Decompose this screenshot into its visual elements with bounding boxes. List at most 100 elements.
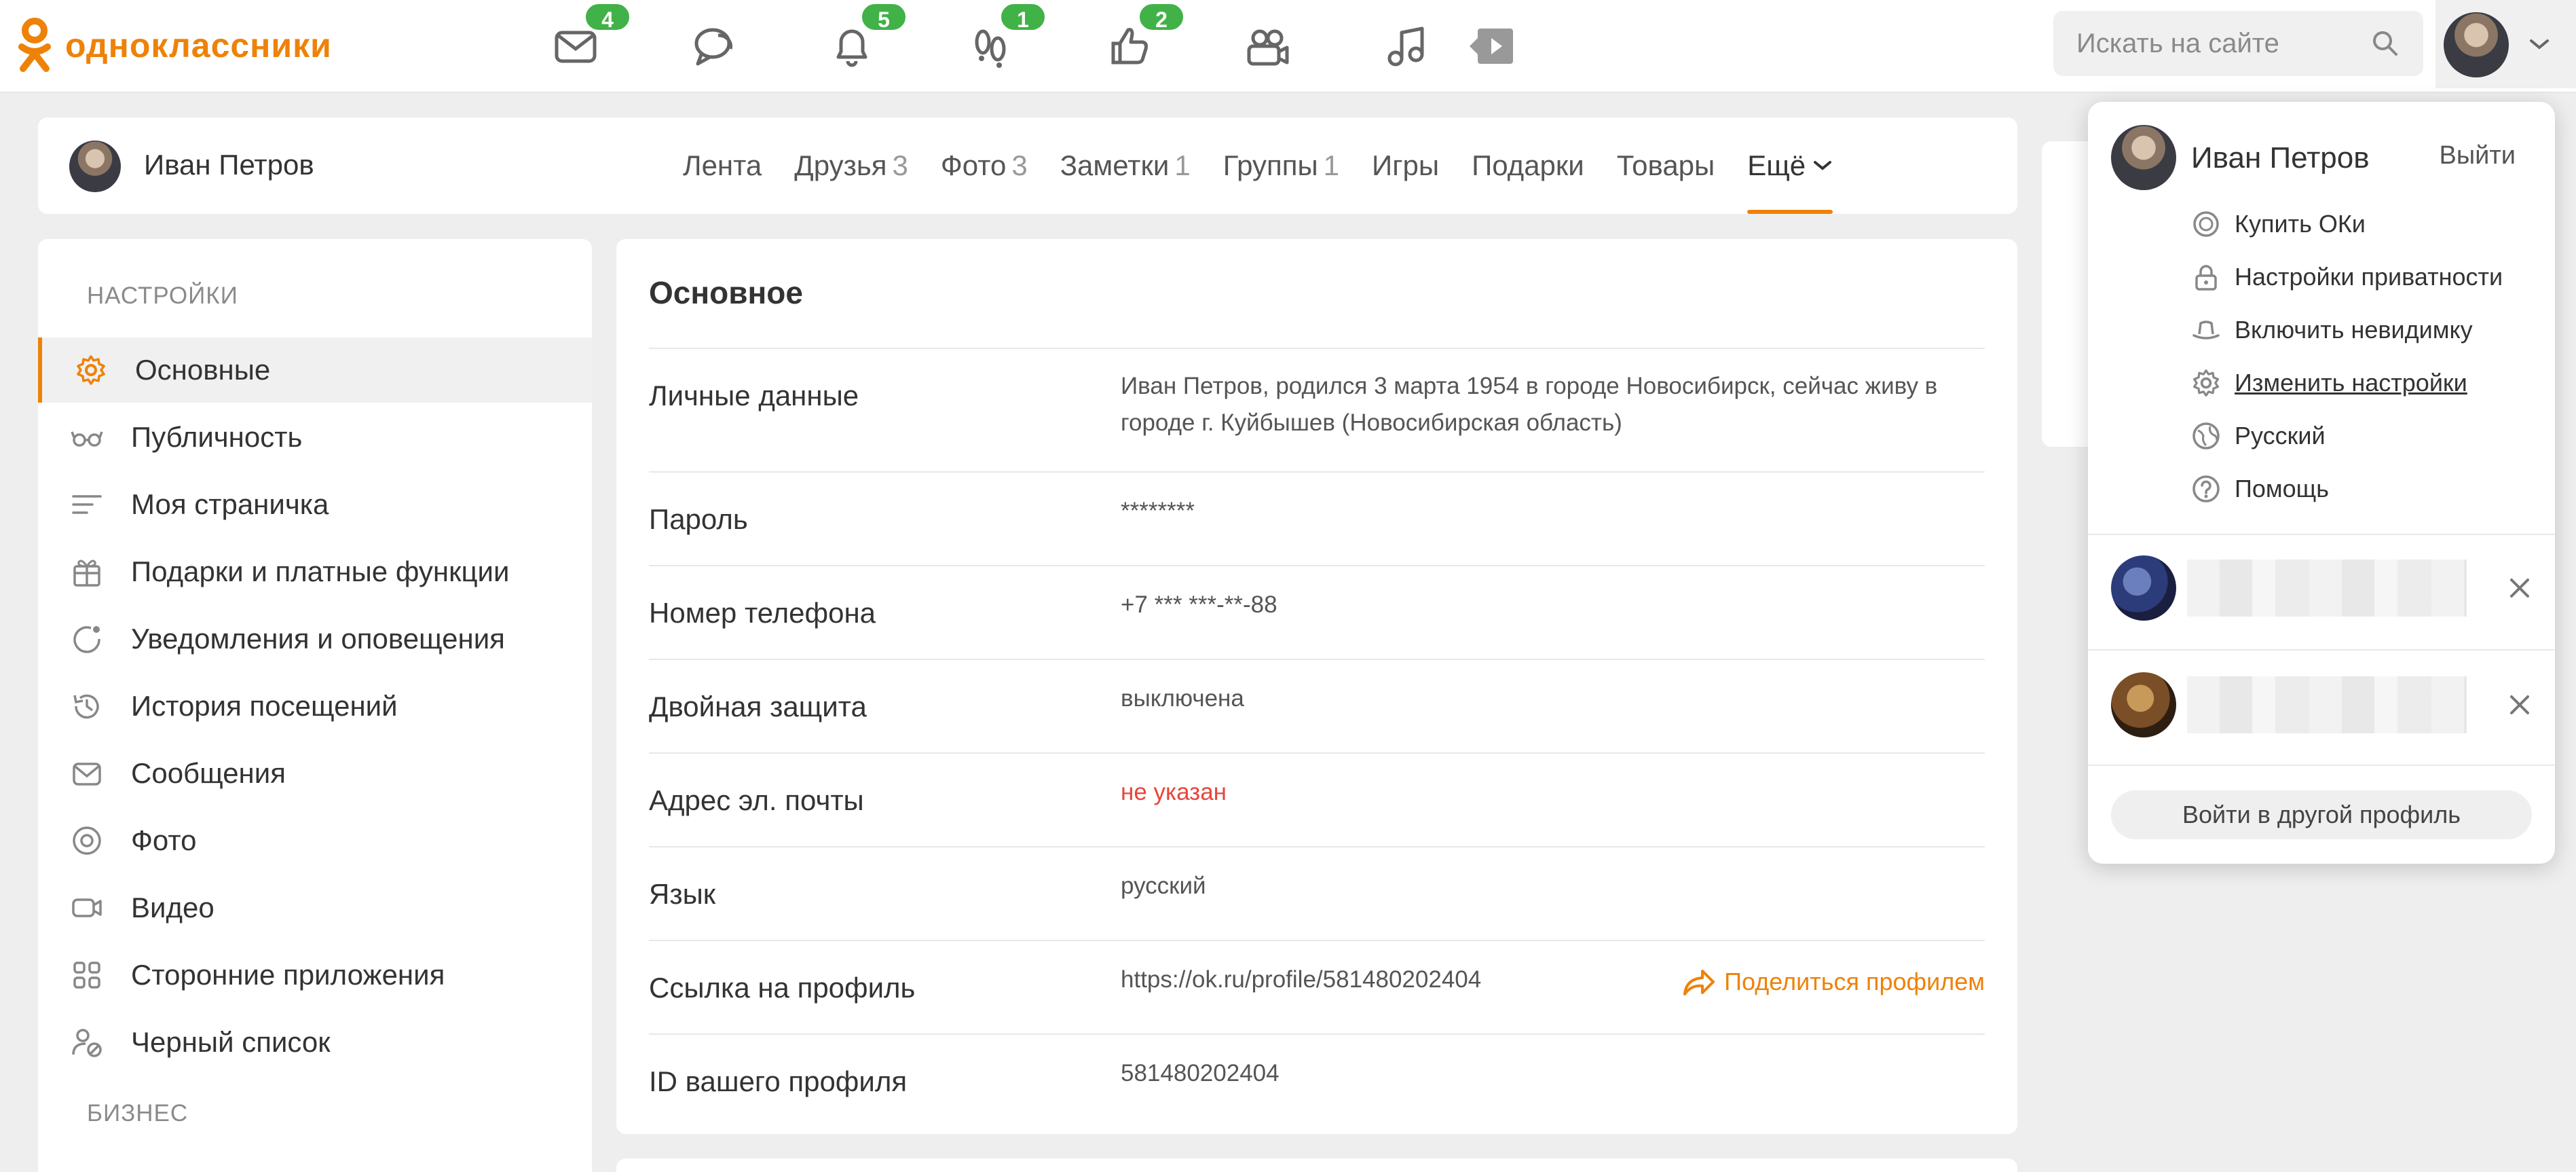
likes-badge: 2 (1137, 1, 1186, 33)
settings-sidebar: НАСТРОЙКИ Основные Публичность Моя стран… (38, 239, 592, 1172)
login-other-profile-button[interactable]: Войти в другой профиль (2111, 790, 2532, 839)
sidebar-item-photo[interactable]: Фото (38, 808, 592, 873)
settings-row-password[interactable]: Пароль ******** (649, 471, 1985, 565)
tab-games[interactable]: Игры (1356, 117, 1455, 214)
other-account-avatar[interactable] (2111, 555, 2176, 621)
music-button[interactable] (1376, 18, 1437, 75)
tab-count: 3 (1011, 149, 1028, 181)
top-bar: одноклассники 4 5 1 2 Искать на сайте (0, 0, 2576, 93)
gear-icon (77, 355, 105, 385)
menu-item-privacy[interactable]: Настройки приватности (2191, 257, 2503, 297)
settings-row-phone[interactable]: Номер телефона +7 *** ***-**-88 (649, 565, 1985, 659)
video-camera-icon (72, 898, 102, 917)
menu-item-help[interactable]: Помощь (2191, 469, 2329, 509)
next-panel (616, 1158, 2017, 1172)
avatar[interactable] (69, 141, 121, 192)
menu-item-buy-ok[interactable]: Купить ОКи (2191, 204, 2366, 244)
tab-groups[interactable]: Группы 1 (1207, 117, 1356, 214)
video-button[interactable] (1461, 18, 1522, 75)
friends-button[interactable] (1237, 18, 1299, 75)
sidebar-item-my-page[interactable]: Моя страничка (38, 472, 592, 537)
profile-name[interactable]: Иван Петров (144, 149, 314, 181)
search-input[interactable]: Искать на сайте (2053, 11, 2423, 76)
sidebar-item-messages[interactable]: Сообщения (38, 741, 592, 806)
discussions-button[interactable] (684, 18, 745, 75)
settings-row-personal-data[interactable]: Личные данные Иван Петров, родился 3 мар… (649, 348, 1985, 471)
other-account-name-hidden[interactable] (2187, 676, 2467, 733)
profile-nav: Иван Петров Лента Друзья 3 Фото 3 Заметки 1… (38, 117, 2017, 214)
gift-icon (73, 560, 100, 587)
close-icon[interactable] (2506, 691, 2533, 718)
avatar[interactable] (2111, 125, 2176, 190)
user-menu-toggle[interactable] (2435, 0, 2576, 88)
logout-button[interactable]: Выйти (2439, 141, 2516, 170)
sidebar-item-blacklist[interactable]: Черный список (38, 1010, 592, 1075)
notification-icon (73, 626, 100, 653)
settings-row-language[interactable]: Язык русский (649, 846, 1985, 940)
ok-coin-icon (2193, 211, 2219, 237)
search-icon[interactable] (2370, 29, 2400, 58)
share-profile-button[interactable]: Поделиться профилем (1682, 967, 1985, 997)
profile-tabs: Лента Друзья 3 Фото 3 Заметки 1 Группы 1 Игр… (667, 117, 1849, 214)
row-label: Пароль (649, 503, 748, 535)
other-account-avatar[interactable] (2111, 672, 2176, 737)
row-value: выключена (1121, 685, 1244, 712)
music-icon (1387, 26, 1424, 67)
sidebar-item-video[interactable]: Видео (38, 875, 592, 940)
messages-button[interactable]: 4 (545, 1, 632, 75)
lock-icon (2195, 265, 2217, 291)
sidebar-item-notifications[interactable]: Уведомления и оповещения (38, 606, 592, 672)
tab-goods[interactable]: Товары (1601, 117, 1731, 214)
close-icon[interactable] (2506, 574, 2533, 602)
tab-notes[interactable]: Заметки 1 (1044, 117, 1207, 214)
tab-friends[interactable]: Друзья 3 (778, 117, 925, 214)
menu-item-language[interactable]: Русский (2191, 416, 2326, 456)
video-icon (1470, 29, 1513, 64)
history-icon (73, 694, 99, 719)
sidebar-item-general[interactable]: Основные (38, 337, 592, 403)
ok-logo-icon (18, 18, 51, 72)
tab-feed[interactable]: Лента (667, 117, 778, 214)
row-value[interactable]: https://ok.ru/profile/581480202404 (1121, 962, 1481, 998)
tab-count: 1 (1174, 149, 1191, 181)
sidebar-item-label: Подарки и платные функции (131, 555, 510, 587)
menu-item-settings[interactable]: Изменить настройки (2191, 363, 2467, 403)
guests-button[interactable]: 1 (960, 1, 1047, 75)
logo[interactable]: одноклассники (16, 15, 396, 76)
menu-item-invisible[interactable]: Включить невидимку (2191, 310, 2473, 350)
row-label: Ссылка на профиль (649, 972, 916, 1004)
other-account-name-hidden[interactable] (2187, 560, 2467, 617)
divider (2088, 765, 2555, 766)
sidebar-item-label: Сообщения (131, 757, 286, 789)
discussions-icon (694, 28, 733, 66)
row-value: ******** (1121, 498, 1195, 524)
sidebar-item-label: Фото (131, 824, 197, 856)
row-value: 581480202404 (1121, 1060, 1280, 1086)
avatar (2444, 12, 2509, 77)
likes-button[interactable]: 2 (1099, 1, 1186, 75)
settings-row-profile-link[interactable]: Ссылка на профиль https://ok.ru/profile/… (649, 940, 1985, 1033)
sidebar-item-history[interactable]: История посещений (38, 674, 592, 739)
row-label: ID вашего профиля (649, 1065, 908, 1097)
tab-more[interactable]: Ещё (1731, 117, 1849, 214)
section-heading-settings: НАСТРОЙКИ (87, 282, 238, 309)
notifications-button[interactable]: 5 (821, 1, 908, 75)
row-label: Номер телефона (649, 597, 876, 629)
divider (2088, 534, 2555, 535)
settings-panel: Основное Личные данные Иван Петров, роди… (616, 239, 2017, 1134)
row-value: +7 *** ***-**-88 (1121, 591, 1277, 618)
chevron-down-icon (2530, 39, 2549, 50)
sidebar-item-publicity[interactable]: Публичность (38, 405, 592, 470)
sidebar-item-apps[interactable]: Сторонние приложения (38, 942, 592, 1008)
tab-photos[interactable]: Фото 3 (925, 117, 1044, 214)
dropdown-user-name[interactable]: Иван Петров (2191, 141, 2370, 175)
section-heading-business: БИЗНЕС (87, 1100, 189, 1127)
sidebar-item-gifts[interactable]: Подарки и платные функции (38, 539, 592, 604)
settings-row-two-factor[interactable]: Двойная защита выключена (649, 659, 1985, 752)
sidebar-item-label: Уведомления и оповещения (131, 623, 505, 655)
notifications-badge: 5 (859, 1, 908, 33)
settings-row-email[interactable]: Адрес эл. почты не указан (649, 752, 1985, 846)
camera-icon (73, 826, 101, 855)
lines-icon (72, 495, 102, 514)
tab-gifts[interactable]: Подарки (1455, 117, 1601, 214)
